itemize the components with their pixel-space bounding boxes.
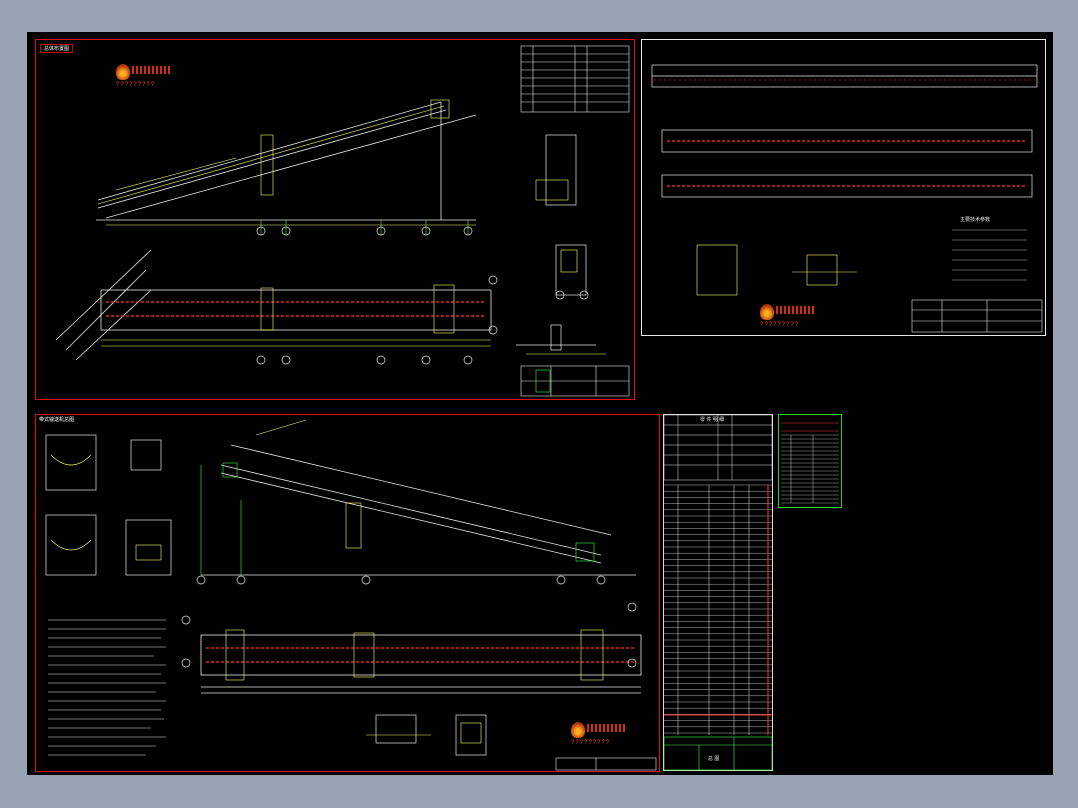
revision-table bbox=[778, 414, 842, 508]
parts-list-table: 零 件 明 细 总 图 bbox=[663, 414, 773, 771]
longitudinal-drawing bbox=[651, 64, 1043, 333]
logo-caption: ????????? bbox=[571, 740, 611, 746]
parts-list-grid bbox=[663, 414, 773, 771]
company-logo: ????????? bbox=[760, 302, 816, 330]
flame-logo-icon bbox=[760, 304, 774, 320]
parts-list-header: 零 件 明 细 bbox=[700, 417, 725, 423]
elevation-and-plan-drawing bbox=[55, 45, 630, 397]
title-block-name: 总 图 bbox=[708, 756, 720, 762]
flame-logo-icon bbox=[571, 722, 585, 738]
sheet-longitudinal-view: 主要技术参数 ????????? bbox=[641, 39, 1046, 336]
tech-parameters-title: 主要技术参数 bbox=[960, 217, 991, 223]
logo-caption: ????????? bbox=[760, 322, 800, 328]
assembly-drawing bbox=[45, 419, 657, 771]
company-logo: ????????? bbox=[571, 720, 627, 748]
sheet-conveyor-assembly: 带式输送机总图 ????????? bbox=[35, 414, 660, 772]
sheet-general-layout: 总体布置图 ????????? bbox=[35, 39, 635, 400]
cad-drawing-canvas[interactable]: 总体布置图 ????????? 主要技术参数 ????????? 带式输送机总图… bbox=[27, 32, 1053, 775]
revision-grid bbox=[781, 422, 839, 504]
